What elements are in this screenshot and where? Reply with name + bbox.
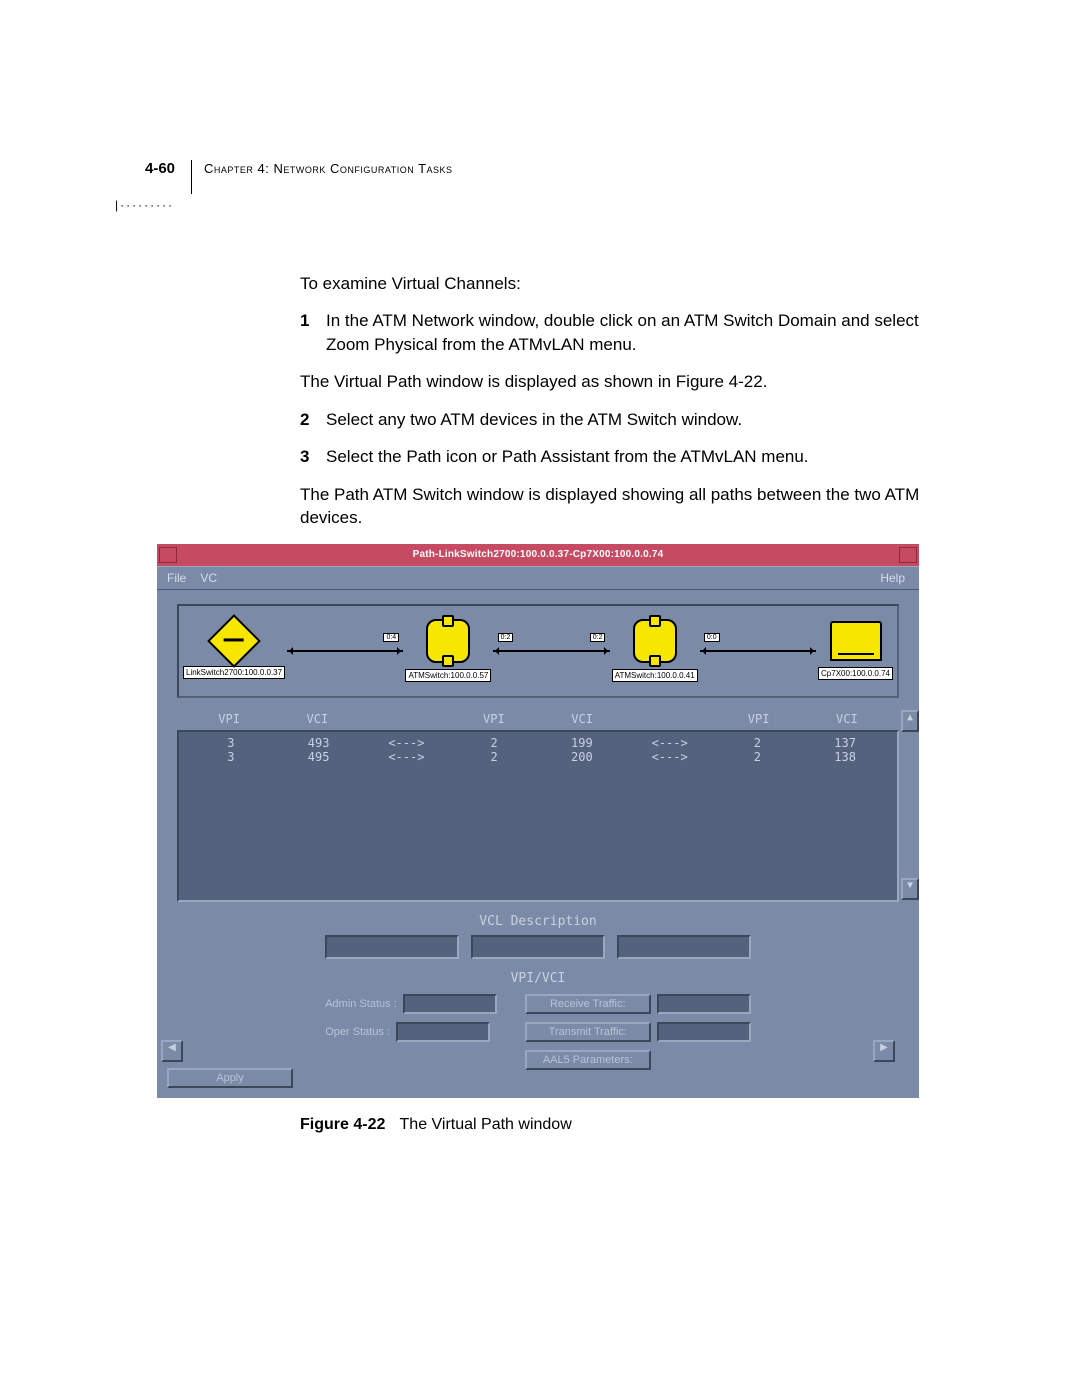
col-vci: VCI bbox=[538, 712, 626, 726]
menu-help[interactable]: Help bbox=[880, 571, 905, 585]
switch-icon bbox=[426, 619, 470, 663]
hscrollbar[interactable]: ◀ ▶ bbox=[161, 1040, 895, 1056]
port-label: 0:2 bbox=[498, 633, 514, 642]
col-vpi: VPI bbox=[185, 712, 273, 726]
header-dots: |········· bbox=[115, 198, 453, 212]
port-label: 0:0 bbox=[704, 633, 720, 642]
step-3-text: Select the Path icon or Path Assistant f… bbox=[326, 445, 809, 468]
node-label: Cp7X00:100.0.0.74 bbox=[818, 667, 893, 680]
step-num-1: 1 bbox=[300, 309, 320, 356]
menu-file[interactable]: File bbox=[167, 571, 186, 585]
node-switch-2[interactable]: 0:2 0:0 ATMSwitch:100.0.0.41 bbox=[612, 619, 698, 682]
switch-icon bbox=[633, 619, 677, 663]
receive-traffic-field[interactable] bbox=[657, 994, 751, 1014]
transmit-traffic-button[interactable]: Transmit Traffic: bbox=[525, 1022, 651, 1042]
chapter-title: Chapter 4: Network Configuration Tasks bbox=[204, 161, 453, 176]
node-label: ATMSwitch:100.0.0.57 bbox=[405, 669, 491, 682]
receive-traffic-button[interactable]: Receive Traffic: bbox=[525, 994, 651, 1014]
vcl-description-label: VCL Description bbox=[157, 914, 919, 929]
vcl-desc-field-1[interactable] bbox=[325, 935, 459, 959]
oper-status-label: Oper Status : bbox=[325, 1026, 390, 1038]
step-1-after: The Virtual Path window is displayed as … bbox=[300, 370, 960, 393]
window-menu-icon[interactable] bbox=[159, 547, 177, 563]
titlebar[interactable]: Path-LinkSwitch2700:100.0.0.37-Cp7X00:10… bbox=[157, 544, 919, 566]
node-switch-1[interactable]: 0:4 0:2 ATMSwitch:100.0.0.57 bbox=[405, 619, 491, 682]
step-3-after: The Path ATM Switch window is displayed … bbox=[300, 483, 960, 530]
scroll-down-icon[interactable]: ▼ bbox=[901, 878, 919, 900]
vscrollbar[interactable]: ▲ ▼ bbox=[901, 710, 919, 900]
page-number: 4-60 bbox=[145, 160, 175, 177]
table-row[interactable]: 3493<--->2199<--->2137 bbox=[187, 736, 889, 750]
link-arrow bbox=[493, 650, 609, 652]
table-body[interactable]: 3493<--->2199<--->2137 3495<--->2200<---… bbox=[177, 730, 899, 902]
scroll-up-icon[interactable]: ▲ bbox=[901, 710, 919, 732]
path-table: VPI VCI VPI VCI VPI VCI 3493<--->2199<--… bbox=[177, 708, 899, 902]
table-header: VPI VCI VPI VCI VPI VCI bbox=[177, 708, 899, 730]
scroll-left-icon[interactable]: ◀ bbox=[161, 1040, 183, 1062]
node-label: LinkSwitch2700:100.0.0.37 bbox=[183, 666, 285, 679]
admin-status-label: Admin Status : bbox=[325, 998, 397, 1010]
node-label: ATMSwitch:100.0.0.41 bbox=[612, 669, 698, 682]
node-endpoint-right[interactable]: Cp7X00:100.0.0.74 bbox=[818, 621, 893, 680]
node-endpoint-left[interactable]: LinkSwitch2700:100.0.0.37 bbox=[183, 622, 285, 679]
figure-caption: Figure 4-22 The Virtual Path window bbox=[300, 1116, 960, 1134]
figure-number: Figure 4-22 bbox=[300, 1116, 385, 1133]
figure-text: The Virtual Path window bbox=[400, 1116, 572, 1133]
port-label: 0:4 bbox=[383, 633, 399, 642]
vcl-desc-field-3[interactable] bbox=[617, 935, 751, 959]
diamond-icon bbox=[207, 614, 261, 668]
link-arrow bbox=[700, 650, 816, 652]
scroll-right-icon[interactable]: ▶ bbox=[873, 1040, 895, 1062]
virtual-path-window: Path-LinkSwitch2700:100.0.0.37-Cp7X00:10… bbox=[157, 544, 919, 1098]
maximize-icon[interactable] bbox=[899, 547, 917, 563]
table-row[interactable]: 3495<--->2200<--->2138 bbox=[187, 750, 889, 764]
step-num-2: 2 bbox=[300, 408, 320, 431]
apply-button[interactable]: Apply bbox=[167, 1068, 293, 1088]
device-icon bbox=[830, 621, 882, 661]
vcl-desc-field-2[interactable] bbox=[471, 935, 605, 959]
col-vpi: VPI bbox=[450, 712, 538, 726]
col-vpi: VPI bbox=[715, 712, 803, 726]
step-2-text: Select any two ATM devices in the ATM Sw… bbox=[326, 408, 742, 431]
menu-vc[interactable]: VC bbox=[200, 571, 217, 585]
vpivci-label: VPI/VCI bbox=[157, 971, 919, 986]
transmit-traffic-field[interactable] bbox=[657, 1022, 751, 1042]
menubar: File VC Help bbox=[157, 566, 919, 590]
topology-panel: LinkSwitch2700:100.0.0.37 0:4 0:2 ATMSwi… bbox=[177, 604, 899, 698]
port-label: 0:2 bbox=[590, 633, 606, 642]
window-title: Path-LinkSwitch2700:100.0.0.37-Cp7X00:10… bbox=[179, 549, 897, 560]
step-1-text: In the ATM Network window, double click … bbox=[326, 309, 960, 356]
oper-status-field[interactable] bbox=[396, 1022, 490, 1042]
admin-status-field[interactable] bbox=[403, 994, 497, 1014]
col-vci: VCI bbox=[273, 712, 361, 726]
link-arrow bbox=[287, 650, 403, 652]
col-vci: VCI bbox=[803, 712, 891, 726]
step-num-3: 3 bbox=[300, 445, 320, 468]
intro-text: To examine Virtual Channels: bbox=[300, 272, 960, 295]
